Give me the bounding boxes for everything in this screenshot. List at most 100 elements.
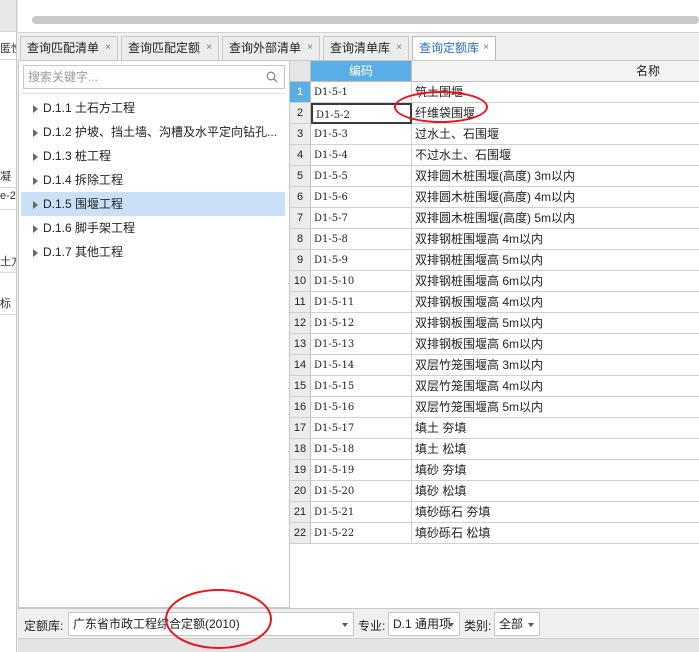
name-cell[interactable]: 双排钢板围堰高 5m以内 <box>412 313 699 334</box>
name-cell[interactable]: 双排钢桩围堰高 6m以内 <box>412 271 699 292</box>
name-cell[interactable]: 填砂 夯填 <box>412 460 699 481</box>
library-select[interactable]: 广东省市政工程综合定额(2010) <box>68 612 354 636</box>
name-cell[interactable]: 双排钢板围堰高 4m以内 <box>412 292 699 313</box>
row-number[interactable]: 18 <box>290 439 311 460</box>
table-row[interactable]: 3 D1-5-3 过水土、石围堰 <box>290 124 699 145</box>
name-cell[interactable]: 双层竹笼围堰高 4m以内 <box>412 376 699 397</box>
tree-item-cofferdam[interactable]: D.1.5 围堰工程 <box>21 192 285 216</box>
table-row[interactable]: 16 D1-5-16 双层竹笼围堰高 5m以内 <box>290 397 699 418</box>
code-cell[interactable]: D1-5-15 <box>311 376 412 397</box>
code-cell[interactable]: D1-5-2 <box>311 103 412 124</box>
name-cell[interactable]: 双排圆木桩围堰(高度) 4m以内 <box>412 187 699 208</box>
expand-arrow-icon[interactable] <box>33 177 38 185</box>
name-cell[interactable]: 填砂砾石 夯填 <box>412 502 699 523</box>
code-cell[interactable]: D1-5-11 <box>311 292 412 313</box>
table-row[interactable]: 21 D1-5-21 填砂砾石 夯填 <box>290 502 699 523</box>
category-select[interactable]: 全部 <box>494 612 540 636</box>
row-number[interactable]: 16 <box>290 397 311 418</box>
table-row[interactable]: 8 D1-5-8 双排钢桩围堰高 4m以内 <box>290 229 699 250</box>
expand-arrow-icon[interactable] <box>33 105 38 113</box>
table-row[interactable]: 2 D1-5-2 纤维袋围堰 <box>290 103 699 124</box>
name-cell[interactable]: 双排钢桩围堰高 4m以内 <box>412 229 699 250</box>
row-number[interactable]: 9 <box>290 250 311 271</box>
row-number[interactable]: 2 <box>290 103 311 124</box>
table-row[interactable]: 10 D1-5-10 双排钢桩围堰高 6m以内 <box>290 271 699 292</box>
table-row[interactable]: 9 D1-5-9 双排钢桩围堰高 5m以内 <box>290 250 699 271</box>
code-cell[interactable]: D1-5-5 <box>311 166 412 187</box>
name-cell[interactable]: 双排圆木桩围堰(高度) 3m以内 <box>412 166 699 187</box>
code-cell[interactable]: D1-5-7 <box>311 208 412 229</box>
table-row[interactable]: 4 D1-5-4 不过水土、石围堰 <box>290 145 699 166</box>
search-input[interactable] <box>24 66 260 88</box>
tree-item-pile[interactable]: D.1.3 桩工程 <box>21 144 285 168</box>
table-row[interactable]: 19 D1-5-19 填砂 夯填 <box>290 460 699 481</box>
tree-item-scaffold[interactable]: D.1.6 脚手架工程 <box>21 216 285 240</box>
code-cell[interactable]: D1-5-4 <box>311 145 412 166</box>
row-number[interactable]: 13 <box>290 334 311 355</box>
name-cell[interactable]: 填土 夯填 <box>412 418 699 439</box>
row-number[interactable]: 10 <box>290 271 311 292</box>
code-cell[interactable]: D1-5-3 <box>311 124 412 145</box>
table-row[interactable]: 1 D1-5-1 筑土围堰 <box>290 82 699 103</box>
code-cell[interactable]: D1-5-13 <box>311 334 412 355</box>
row-number[interactable]: 7 <box>290 208 311 229</box>
column-header-code[interactable]: 编码 <box>311 61 412 82</box>
grid-corner[interactable] <box>290 61 311 82</box>
code-cell[interactable]: D1-5-19 <box>311 460 412 481</box>
close-icon[interactable]: × <box>307 37 313 59</box>
table-row[interactable]: 13 D1-5-13 双排钢板围堰高 6m以内 <box>290 334 699 355</box>
close-icon[interactable]: × <box>206 37 212 59</box>
name-cell[interactable]: 填砂 松填 <box>412 481 699 502</box>
tree-item-slope-protection[interactable]: D.1.2 护坡、挡土墙、沟槽及水平定向钻孔... <box>21 120 285 144</box>
name-cell[interactable]: 双层竹笼围堰高 3m以内 <box>412 355 699 376</box>
table-row[interactable]: 17 D1-5-17 填土 夯填 <box>290 418 699 439</box>
close-icon[interactable]: × <box>105 37 111 59</box>
tree-item-other[interactable]: D.1.7 其他工程 <box>21 240 285 264</box>
row-number[interactable]: 11 <box>290 292 311 313</box>
tree-item-earthwork[interactable]: D.1.1 土石方工程 <box>21 96 285 120</box>
tab-query-list-library[interactable]: 查询清单库 × <box>323 36 409 60</box>
close-icon[interactable]: × <box>396 37 402 59</box>
table-row[interactable]: 6 D1-5-6 双排圆木桩围堰(高度) 4m以内 <box>290 187 699 208</box>
expand-arrow-icon[interactable] <box>33 201 38 209</box>
expand-arrow-icon[interactable] <box>33 225 38 233</box>
row-number[interactable]: 3 <box>290 124 311 145</box>
table-row[interactable]: 7 D1-5-7 双排圆木桩围堰(高度) 5m以内 <box>290 208 699 229</box>
name-cell[interactable]: 过水土、石围堰 <box>412 124 699 145</box>
code-cell[interactable]: D1-5-12 <box>311 313 412 334</box>
code-cell[interactable]: D1-5-14 <box>311 355 412 376</box>
name-cell[interactable]: 双排钢板围堰高 6m以内 <box>412 334 699 355</box>
table-row[interactable]: 12 D1-5-12 双排钢板围堰高 5m以内 <box>290 313 699 334</box>
tab-query-quota-library[interactable]: 查询定额库 × <box>412 36 496 61</box>
name-cell[interactable]: 双排圆木桩围堰(高度) 5m以内 <box>412 208 699 229</box>
row-number[interactable]: 6 <box>290 187 311 208</box>
code-cell[interactable]: D1-5-9 <box>311 250 412 271</box>
table-row[interactable]: 5 D1-5-5 双排圆木桩围堰(高度) 3m以内 <box>290 166 699 187</box>
name-cell[interactable]: 填土 松填 <box>412 439 699 460</box>
row-number[interactable]: 22 <box>290 523 311 544</box>
name-cell[interactable]: 双层竹笼围堰高 5m以内 <box>412 397 699 418</box>
table-row[interactable]: 11 D1-5-11 双排钢板围堰高 4m以内 <box>290 292 699 313</box>
code-cell[interactable]: D1-5-1 <box>311 82 412 103</box>
row-number[interactable]: 1 <box>290 82 311 103</box>
code-cell[interactable]: D1-5-20 <box>311 481 412 502</box>
row-number[interactable]: 19 <box>290 460 311 481</box>
table-row[interactable]: 14 D1-5-14 双层竹笼围堰高 3m以内 <box>290 355 699 376</box>
code-cell[interactable]: D1-5-18 <box>311 439 412 460</box>
tab-query-external-list[interactable]: 查询外部清单 × <box>222 36 320 60</box>
row-number[interactable]: 20 <box>290 481 311 502</box>
row-number[interactable]: 21 <box>290 502 311 523</box>
code-cell[interactable]: D1-5-17 <box>311 418 412 439</box>
code-cell[interactable]: D1-5-6 <box>311 187 412 208</box>
code-cell[interactable]: D1-5-10 <box>311 271 412 292</box>
code-cell[interactable]: D1-5-16 <box>311 397 412 418</box>
name-cell[interactable]: 不过水土、石围堰 <box>412 145 699 166</box>
name-cell[interactable]: 双排钢桩围堰高 5m以内 <box>412 250 699 271</box>
expand-arrow-icon[interactable] <box>33 249 38 257</box>
tab-query-matched-quota[interactable]: 查询匹配定额 × <box>121 36 219 60</box>
expand-arrow-icon[interactable] <box>33 153 38 161</box>
row-number[interactable]: 14 <box>290 355 311 376</box>
code-cell[interactable]: D1-5-22 <box>311 523 412 544</box>
table-row[interactable]: 18 D1-5-18 填土 松填 <box>290 439 699 460</box>
close-icon[interactable]: × <box>483 37 489 59</box>
